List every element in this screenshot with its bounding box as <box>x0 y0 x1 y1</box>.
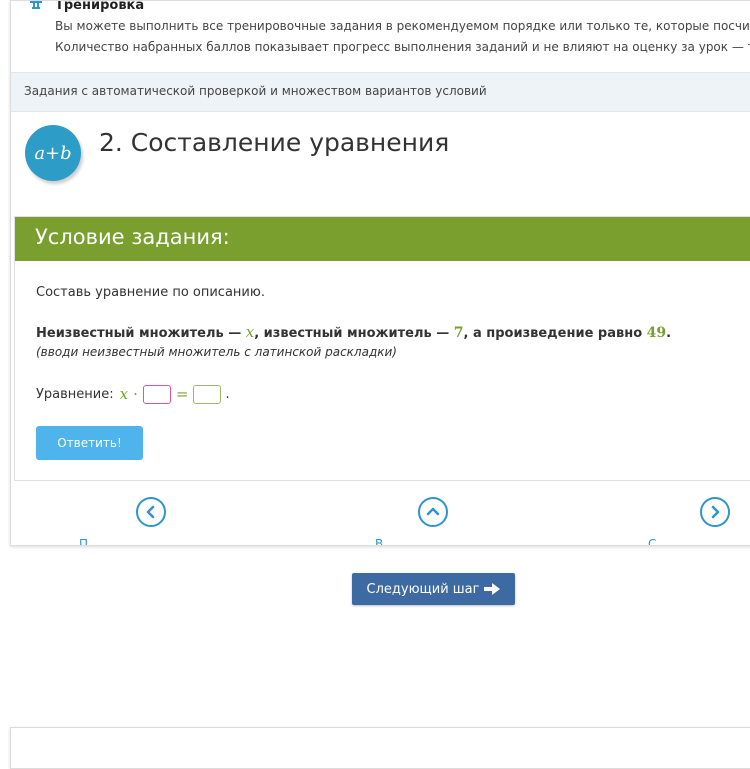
prev-task-label[interactable]: П <box>79 537 88 545</box>
statement-variable: x <box>245 323 255 341</box>
task-panel: Условие задания: Составь уравнение по оп… <box>14 216 750 481</box>
statement-text: , известный множитель — <box>254 326 454 341</box>
task-intro: Составь уравнение по описанию. <box>36 285 265 300</box>
next-task-button[interactable] <box>700 497 730 527</box>
equation-label: Уравнение: <box>36 386 114 402</box>
task-header: Условие задания: <box>15 217 750 261</box>
training-description: Вы можете выполнить все тренировочные за… <box>55 19 750 33</box>
chevron-right-icon <box>711 505 720 519</box>
next-step-button[interactable]: Следующий шаг <box>352 573 515 605</box>
next-section-card <box>10 727 750 769</box>
task-statement: Неизвестный множитель — x, известный мно… <box>36 323 671 341</box>
next-task-label[interactable]: С <box>648 537 656 545</box>
section-label: Задания с автоматической проверкой и мно… <box>24 84 487 98</box>
up-task-label[interactable]: В <box>375 537 383 545</box>
prev-task-button[interactable] <box>136 497 166 527</box>
up-task-button[interactable] <box>418 497 448 527</box>
equation-variable: x <box>119 385 129 403</box>
training-info: Тренировка Вы можете выполнить все трени… <box>11 1 750 71</box>
arrow-right-icon <box>484 583 501 595</box>
statement-text: Неизвестный множитель — <box>36 326 246 341</box>
training-note: Количество набранных баллов показывает п… <box>55 40 750 54</box>
task-header-label: Условие задания: <box>35 225 230 249</box>
statement-number: 49 <box>646 325 667 341</box>
section-header: Задания с автоматической проверкой и мно… <box>11 72 750 112</box>
chevron-up-icon <box>426 507 440 516</box>
factor-input[interactable] <box>142 384 171 404</box>
equation-end: . <box>225 386 230 402</box>
training-icon <box>30 1 42 9</box>
next-step-label: Следующий шаг <box>366 581 480 597</box>
equals-sign: = <box>175 385 189 403</box>
multiply-sign: · <box>133 385 138 403</box>
statement-text: , а произведение равно <box>463 326 647 341</box>
product-input[interactable] <box>193 384 222 404</box>
chevron-left-icon <box>146 505 155 519</box>
equation-row: Уравнение: x · = . <box>36 383 230 405</box>
exercise-icon: a+b <box>25 125 81 181</box>
task-hint: (вводи неизвестный множитель с латинской… <box>36 345 397 359</box>
exercise-title: 2. Составление уравнения <box>99 128 450 157</box>
answer-button[interactable]: Ответить! <box>36 426 143 460</box>
statement-text: . <box>666 326 672 341</box>
training-title: Тренировка <box>55 0 145 13</box>
